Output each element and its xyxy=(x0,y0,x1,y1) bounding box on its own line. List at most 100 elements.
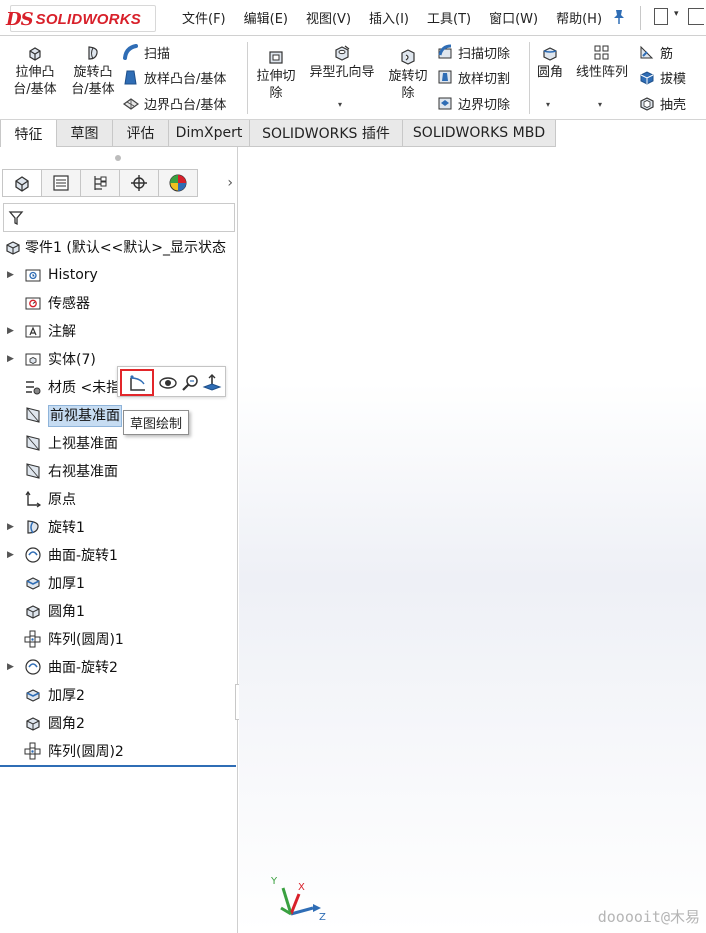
tree-item-fillet2[interactable]: 圆角2 xyxy=(0,709,236,737)
new-document-icon[interactable] xyxy=(654,8,668,25)
tree-item-sensors[interactable]: 传感器 xyxy=(0,289,236,317)
chevron-right-icon[interactable]: › xyxy=(227,175,233,191)
tree-item-history[interactable]: ▶ History xyxy=(0,261,236,289)
menu-window[interactable]: 窗口(W) xyxy=(489,8,538,27)
menu-file[interactable]: 文件(F) xyxy=(182,8,226,27)
tree-item-annotations[interactable]: ▶ 注解 xyxy=(0,317,236,345)
fillet-button[interactable]: 圆角 xyxy=(533,44,567,81)
revolve-cut-label-2: 除 xyxy=(401,86,415,101)
pin-icon[interactable] xyxy=(612,9,626,29)
tree-item-label: 曲面-旋转1 xyxy=(48,548,118,564)
panel-grip[interactable] xyxy=(115,155,121,161)
expand-arrow-icon[interactable]: ▶ xyxy=(7,326,14,336)
solid-bodies-icon xyxy=(25,353,41,366)
reference-triad: Y X Z xyxy=(270,876,326,922)
hole-wizard-button[interactable]: 异型孔向导 xyxy=(304,44,380,81)
expand-arrow-icon[interactable]: ▶ xyxy=(7,662,14,672)
tree-item-front-plane[interactable]: 前视基准面 xyxy=(0,401,236,429)
tab-evaluate[interactable]: 评估 xyxy=(112,120,169,147)
revolve-cut-label-1: 旋转切 xyxy=(388,69,428,84)
revolve-cut-icon xyxy=(401,49,415,65)
loft-cut-button[interactable]: 放样切割 xyxy=(436,66,510,88)
menu-tools[interactable]: 工具(T) xyxy=(427,8,471,27)
tree-item-thicken1[interactable]: 加厚1 xyxy=(0,569,236,597)
extrude-boss-label-1: 拉伸凸 xyxy=(15,65,55,80)
tree-root-part[interactable]: 零件1 (默认<<默认>_显示状态 xyxy=(0,233,236,261)
menu-help[interactable]: 帮助(H) xyxy=(556,8,602,27)
loft-boss-icon xyxy=(124,70,137,85)
tree-item-surface-revolve2[interactable]: ▶ 曲面-旋转2 xyxy=(0,653,236,681)
origin-icon xyxy=(25,490,42,508)
linear-pattern-button[interactable]: 线性阵列 xyxy=(571,44,633,81)
extrude-cut-label-2: 除 xyxy=(269,86,283,101)
shell-label: 抽壳 xyxy=(660,97,687,113)
plane-icon xyxy=(26,463,40,479)
menu-view[interactable]: 视图(V) xyxy=(306,8,351,27)
tree-item-top-plane[interactable]: 上视基准面 xyxy=(0,429,236,457)
revolve-cut-button[interactable]: 旋转切 除 xyxy=(384,48,432,102)
tab-features[interactable]: 特征 xyxy=(0,120,57,147)
boundary-boss-button[interactable]: 边界凸台/基体 xyxy=(122,92,226,114)
tree-item-label: 传感器 xyxy=(48,296,90,312)
triad-axis-y: Y xyxy=(270,876,278,887)
tree-item-origin[interactable]: 原点 xyxy=(0,485,236,513)
fillet-dropdown-icon[interactable]: ▾ xyxy=(546,100,550,109)
extrude-boss-button[interactable]: 拉伸凸 台/基体 xyxy=(8,44,62,98)
tree-item-label: 前视基准面 xyxy=(48,405,122,427)
tab-featuremanager[interactable] xyxy=(2,169,42,197)
tree-item-label: 材质 <未指 xyxy=(48,380,121,396)
tab-sketch[interactable]: 草图 xyxy=(56,120,113,147)
revolve-boss-button[interactable]: 旋转凸 台/基体 xyxy=(66,44,120,98)
boundary-boss-icon xyxy=(122,98,140,110)
tab-solidworks-mbd[interactable]: SOLIDWORKS MBD xyxy=(402,120,556,147)
tab-displaymanager[interactable] xyxy=(158,169,198,197)
annotation-icon xyxy=(25,325,41,338)
extrude-cut-button[interactable]: 拉伸切 除 xyxy=(252,48,300,102)
open-document-icon[interactable] xyxy=(688,8,704,25)
menu-insert[interactable]: 插入(I) xyxy=(369,8,409,27)
tab-dimxpertmanager[interactable] xyxy=(119,169,159,197)
command-manager: 拉伸凸 台/基体 旋转凸 台/基体 扫描 放样凸台/基体 边界凸台/基体 拉伸切… xyxy=(0,36,706,120)
draft-button[interactable]: 拔模 xyxy=(638,66,686,88)
tree-item-surface-revolve1[interactable]: ▶ 曲面-旋转1 xyxy=(0,541,236,569)
context-sketch-button[interactable] xyxy=(120,369,154,396)
zoom-to-selection-icon[interactable] xyxy=(180,373,200,393)
linear-pattern-dropdown-icon[interactable]: ▾ xyxy=(598,100,602,109)
displaymanager-icon xyxy=(169,174,187,192)
sweep-cut-button[interactable]: 扫描切除 xyxy=(436,41,510,63)
tree-item-fillet1[interactable]: 圆角1 xyxy=(0,597,236,625)
rollback-bar[interactable] xyxy=(0,765,236,767)
tab-configurationmanager[interactable] xyxy=(80,169,120,197)
tree-item-revolve1[interactable]: ▶ 旋转1 xyxy=(0,513,236,541)
expand-arrow-icon[interactable]: ▶ xyxy=(7,522,14,532)
tree-root-label: 零件1 (默认<<默认>_显示状态 xyxy=(25,240,227,256)
new-document-dropdown-icon[interactable]: ▾ xyxy=(674,9,679,19)
context-toolbar xyxy=(117,366,226,397)
hole-wizard-dropdown-icon[interactable]: ▾ xyxy=(338,100,342,109)
expand-arrow-icon[interactable]: ▶ xyxy=(7,550,14,560)
boundary-boss-label: 边界凸台/基体 xyxy=(144,97,227,113)
tab-solidworks-addins[interactable]: SOLIDWORKS 插件 xyxy=(249,120,403,147)
circular-pattern-icon xyxy=(24,742,41,760)
solidworks-logo[interactable]: DS SOLIDWORKS xyxy=(6,6,141,32)
loft-boss-button[interactable]: 放样凸台/基体 xyxy=(122,66,226,88)
tab-dimxpert[interactable]: DimXpert xyxy=(168,120,250,147)
sketch-tooltip: 草图绘制 xyxy=(123,410,190,435)
tree-item-thicken2[interactable]: 加厚2 xyxy=(0,681,236,709)
show-hide-icon[interactable] xyxy=(158,373,178,393)
feature-tree-filter[interactable] xyxy=(3,203,235,232)
boundary-cut-button[interactable]: 边界切除 xyxy=(436,92,510,114)
graphics-area[interactable]: Y X Z dooooit@木易 xyxy=(239,147,706,933)
sweep-button[interactable]: 扫描 xyxy=(122,41,170,63)
normal-to-icon[interactable] xyxy=(202,373,222,393)
shell-button[interactable]: 抽壳 xyxy=(638,92,686,114)
menu-edit[interactable]: 编辑(E) xyxy=(244,8,288,27)
tree-item-circular-pattern2[interactable]: 阵列(圆周)2 xyxy=(0,737,236,765)
tree-item-circular-pattern1[interactable]: 阵列(圆周)1 xyxy=(0,625,236,653)
tree-item-right-plane[interactable]: 右视基准面 xyxy=(0,457,236,485)
tab-propertymanager[interactable] xyxy=(41,169,81,197)
expand-arrow-icon[interactable]: ▶ xyxy=(7,270,14,280)
rib-button[interactable]: 筋 xyxy=(638,41,673,63)
expand-arrow-icon[interactable]: ▶ xyxy=(7,354,14,364)
part-icon xyxy=(6,241,20,255)
